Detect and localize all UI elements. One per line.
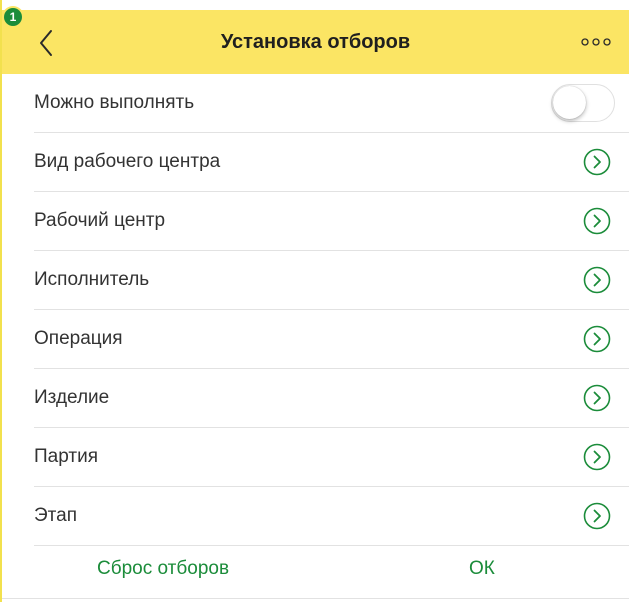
filter-label: Рабочий центр [34, 210, 166, 231]
more-dots-icon [581, 38, 611, 46]
filter-label: Исполнитель [34, 269, 150, 290]
filter-row-batch[interactable]: Партия [34, 428, 629, 487]
can-execute-toggle[interactable] [551, 84, 615, 122]
filter-settings-screen: 1 Установка отборов Можно выполнять Вид … [0, 0, 629, 602]
filter-row-executor[interactable]: Исполнитель [34, 251, 629, 310]
filter-label: Изделие [34, 387, 110, 408]
header-bar: 1 Установка отборов [2, 8, 629, 74]
filter-row-work-center-type[interactable]: Вид рабочего центра [34, 133, 629, 192]
page-title: Установка отборов [220, 31, 411, 53]
filter-label: Партия [34, 446, 98, 467]
divider [2, 598, 629, 599]
filter-label: Можно выполнять [34, 92, 195, 113]
chevron-right-circle-icon[interactable] [583, 502, 611, 530]
chevron-right-circle-icon[interactable] [583, 266, 611, 294]
toggle-knob [553, 86, 586, 119]
filter-row-product[interactable]: Изделие [34, 369, 629, 428]
filter-label: Вид рабочего центра [34, 151, 221, 172]
back-button[interactable] [32, 26, 62, 60]
more-button[interactable] [577, 32, 617, 52]
filter-list: Можно выполнять Вид рабочего центра Рабо… [2, 74, 629, 546]
filter-label: Операция [34, 328, 123, 349]
filter-row-can-execute: Можно выполнять [34, 74, 629, 133]
chevron-right-circle-icon[interactable] [583, 148, 611, 176]
ok-button[interactable]: ОК [469, 540, 495, 598]
filter-row-stage[interactable]: Этап [34, 487, 629, 546]
filter-row-work-center[interactable]: Рабочий центр [34, 192, 629, 251]
reset-filters-button[interactable]: Сброс отборов [97, 540, 229, 598]
chevron-right-circle-icon[interactable] [583, 207, 611, 235]
chevron-right-circle-icon[interactable] [583, 325, 611, 353]
filter-row-operation[interactable]: Операция [34, 310, 629, 369]
chevron-left-icon [40, 30, 52, 56]
app-badge: 1 [4, 8, 22, 26]
footer-actions: Сброс отборов ОК [2, 540, 629, 598]
filter-label: Этап [34, 505, 78, 526]
chevron-right-circle-icon[interactable] [583, 384, 611, 412]
chevron-right-circle-icon[interactable] [583, 443, 611, 471]
